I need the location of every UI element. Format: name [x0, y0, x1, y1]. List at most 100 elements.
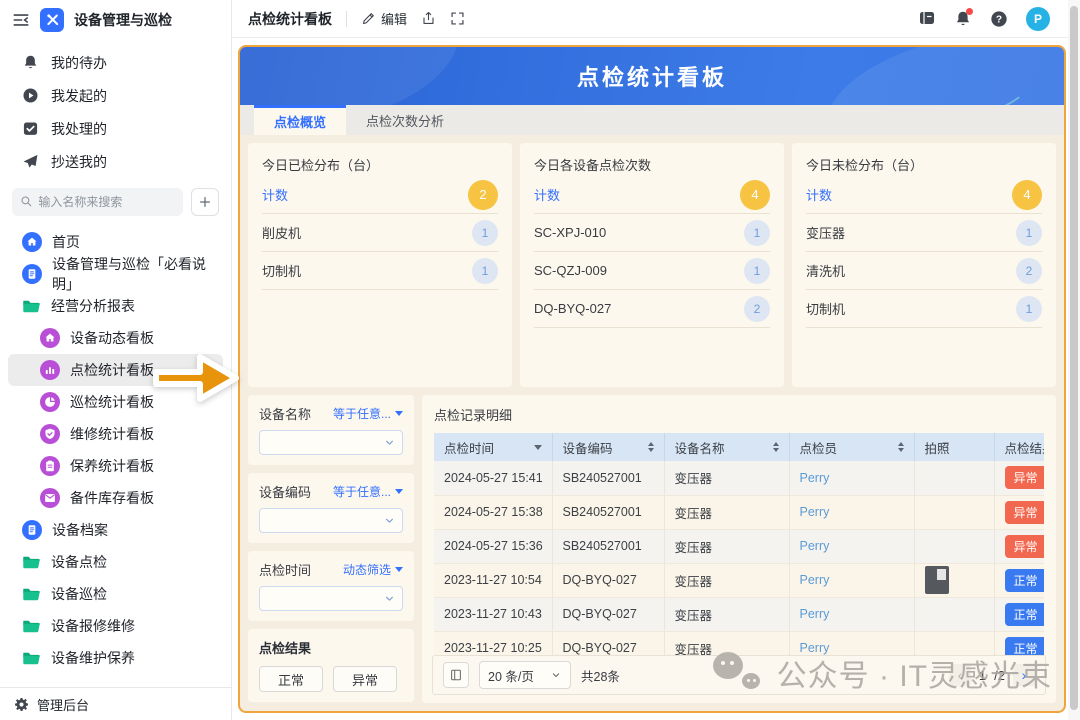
sidebar-item-设备管理与巡检「必看说明」[interactable]: 设备管理与巡检「必看说明」 [8, 258, 223, 290]
cell-inspection-time: 2024-05-27 15:41 [434, 461, 552, 495]
tab-inspection-count-analysis[interactable]: 点检次数分析 [346, 105, 464, 135]
inspector-link[interactable]: Perry [800, 505, 830, 519]
filter-operator[interactable]: 等于任意... [333, 405, 403, 422]
column-header-点检员[interactable]: 点检员 [789, 433, 914, 461]
page-size-select[interactable]: 20 条/页 [479, 661, 571, 689]
records-table: 点检时间设备编码设备名称点检员拍照点检结果 2024-05-27 15:41SB… [434, 433, 1044, 666]
inspector-link[interactable]: Perry [800, 641, 830, 655]
result-option-异常[interactable]: 异常 [333, 666, 397, 692]
sort-desc-icon[interactable] [534, 445, 542, 454]
sidebar-item-设备档案[interactable]: 设备档案 [8, 514, 223, 546]
inspection-time-filter-select[interactable] [259, 586, 403, 611]
sidebar-item-设备巡检[interactable]: 设备巡检 [8, 578, 223, 610]
window-scrollbar[interactable] [1068, 0, 1080, 720]
sidebar-item-label: 巡检统计看板 [70, 392, 154, 412]
next-page-button[interactable]: › [1013, 664, 1035, 686]
collapse-sidebar-icon[interactable] [12, 11, 30, 29]
sidebar-item-设备维护保养[interactable]: 设备维护保养 [8, 642, 223, 674]
sidebar-item-label: 我发起的 [51, 86, 107, 106]
main-area: 点检统计看板 编辑 ? P [232, 0, 1080, 720]
stat-row: SC-XPJ-0101 [534, 214, 770, 252]
column-header-设备编码[interactable]: 设备编码 [552, 433, 664, 461]
cell-device-code: DQ-BYQ-027 [552, 563, 664, 597]
sidebar-item-label: 设备巡检 [51, 584, 107, 604]
column-header-点检时间[interactable]: 点检时间 [434, 433, 552, 461]
sort-icon[interactable] [773, 442, 779, 452]
prev-page-button[interactable]: ‹ [949, 664, 971, 686]
quick-menu: 我的待办我发起的我处理的抄送我的 [0, 40, 231, 180]
help-button[interactable]: ? [990, 10, 1008, 28]
folder-icon [22, 650, 41, 666]
device-name-filter-select[interactable] [259, 430, 403, 455]
inspector-link[interactable]: Perry [800, 539, 830, 553]
sidebar-item-我的待办[interactable]: 我的待办 [0, 46, 231, 79]
cell-result: 异常 [994, 495, 1044, 529]
inspector-link[interactable]: Perry [800, 471, 830, 485]
search-input[interactable] [38, 195, 175, 209]
fullscreen-button[interactable] [450, 11, 465, 26]
photo-thumbnail[interactable] [925, 566, 949, 594]
sidebar-item-label: 我的待办 [51, 53, 107, 73]
tab-inspection-overview[interactable]: 点检概览 [254, 105, 346, 135]
sidebar-item-抄送我的[interactable]: 抄送我的 [0, 145, 231, 178]
sidebar-item-我处理的[interactable]: 我处理的 [0, 112, 231, 145]
search-input-box[interactable] [12, 188, 183, 216]
sidebar-item-我发起的[interactable]: 我发起的 [0, 79, 231, 112]
search-icon [20, 195, 32, 209]
column-label: 拍照 [925, 438, 950, 457]
stat-row-label: 计数 [534, 185, 560, 204]
sidebar-item-label: 设备维护保养 [51, 648, 135, 668]
column-label: 点检员 [800, 438, 838, 457]
table-view-button[interactable] [443, 662, 469, 688]
expand-icon [450, 11, 465, 26]
device-code-filter-select[interactable] [259, 508, 403, 533]
filter-column: 设备名称等于任意...设备编码等于任意...点检时间动态筛选点检结果正常异常 [248, 395, 414, 703]
filter-operator[interactable]: 动态筛选 [343, 561, 403, 578]
avatar[interactable]: P [1026, 7, 1050, 31]
shield-check-icon [40, 424, 60, 444]
stat-row: 切制机1 [262, 252, 498, 290]
cell-inspection-time: 2023-11-27 10:43 [434, 597, 552, 631]
clipboard-icon [40, 456, 60, 476]
inspector-link[interactable]: Perry [800, 607, 830, 621]
column-header-设备名称[interactable]: 设备名称 [664, 433, 789, 461]
scrollbar-thumb[interactable] [1070, 6, 1078, 710]
add-button[interactable] [191, 188, 219, 216]
sidebar-item-label: 设备档案 [52, 520, 108, 540]
cell-result: 异常 [994, 461, 1044, 495]
sidebar-item-维修统计看板[interactable]: 维修统计看板 [8, 418, 223, 450]
lower-section: 设备名称等于任意...设备编码等于任意...点检时间动态筛选点检结果正常异常 点… [248, 395, 1056, 703]
topbar: 点检统计看板 编辑 ? P [232, 0, 1080, 38]
bell-icon [22, 54, 39, 71]
stat-cards-row: 今日已检分布（台）计数2削皮机1切制机1今日各设备点检次数计数4SC-XPJ-0… [248, 143, 1056, 387]
cell-device-name: 变压器 [664, 529, 789, 563]
notifications-button[interactable] [954, 10, 972, 28]
filter-operator[interactable]: 等于任意... [333, 483, 403, 500]
bar-chart-icon [40, 360, 60, 380]
sidebar-item-保养统计看板[interactable]: 保养统计看板 [8, 450, 223, 482]
sidebar-item-设备报修维修[interactable]: 设备报修维修 [8, 610, 223, 642]
edit-button[interactable]: 编辑 [361, 9, 407, 28]
admin-backend-entry[interactable]: 管理后台 [0, 687, 231, 720]
current-page[interactable]: 1 [979, 668, 986, 683]
cell-device-name: 变压器 [664, 495, 789, 529]
sort-icon[interactable] [898, 442, 904, 452]
result-option-正常[interactable]: 正常 [259, 666, 323, 692]
sidebar-item-经营分析报表[interactable]: 经营分析报表 [8, 290, 223, 322]
home-icon [22, 232, 42, 252]
share-button[interactable] [421, 11, 436, 26]
column-label: 设备编码 [563, 438, 613, 457]
stat-card-title: 今日各设备点检次数 [534, 155, 770, 174]
result-badge: 异常 [1005, 535, 1045, 558]
sidebar-item-设备点检[interactable]: 设备点检 [8, 546, 223, 578]
filter-header: 设备编码等于任意... [259, 482, 403, 501]
sidebar-item-label: 设备管理与巡检「必看说明」 [52, 254, 223, 294]
sidebar-item-label: 备件库存看板 [70, 488, 154, 508]
cell-result: 异常 [994, 529, 1044, 563]
inspector-link[interactable]: Perry [800, 573, 830, 587]
sort-icon[interactable] [648, 442, 654, 452]
sidebar-item-备件库存看板[interactable]: 备件库存看板 [8, 482, 223, 514]
chevron-down-icon [550, 669, 562, 681]
stat-row: SC-QZJ-0091 [534, 252, 770, 290]
journal-button[interactable] [918, 10, 936, 28]
